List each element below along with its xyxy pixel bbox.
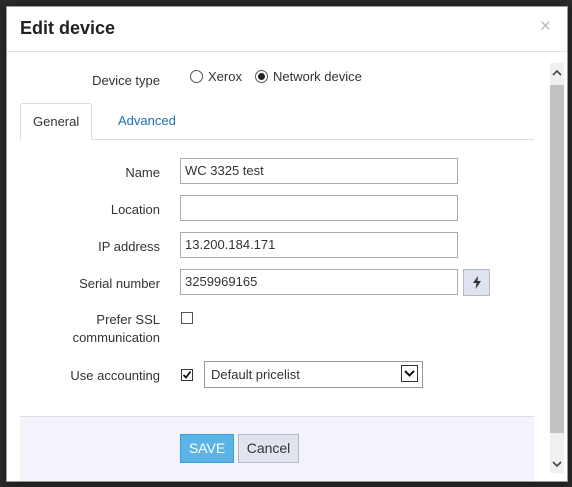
dialog-title: Edit device (20, 18, 116, 38)
prefer-ssl-label: Prefer SSL communication (20, 312, 160, 345)
name-field[interactable]: WC 3325 test (180, 158, 458, 184)
tab-bar: General Advanced (20, 103, 534, 140)
scroll-up-icon[interactable] (550, 63, 564, 81)
dialog-header: Edit device × (7, 7, 567, 52)
use-accounting-checkbox[interactable] (181, 369, 193, 381)
pricelist-selected-value: Default pricelist (211, 367, 300, 382)
chevron-down-icon[interactable] (401, 365, 418, 382)
device-type-label: Device type (92, 73, 160, 88)
pricelist-select[interactable]: Default pricelist (204, 361, 423, 388)
radio-network-device[interactable]: Network device (254, 69, 362, 84)
radio-xerox-label: Xerox (208, 69, 242, 84)
dialog-footer: SAVE Cancel (20, 416, 534, 481)
checkmark-icon (182, 370, 192, 379)
close-icon[interactable]: × (540, 17, 551, 37)
location-field[interactable] (180, 195, 458, 221)
cancel-button[interactable]: Cancel (238, 434, 299, 463)
prefer-ssl-label-line2: communication (72, 330, 160, 345)
radio-xerox[interactable]: Xerox (190, 69, 242, 84)
ip-address-field[interactable]: 13.200.184.171 (180, 232, 458, 258)
tab-general[interactable]: General (20, 103, 93, 140)
name-label: Name (125, 165, 160, 180)
vertical-scrollbar[interactable] (550, 63, 564, 473)
use-accounting-label: Use accounting (70, 368, 160, 383)
ip-address-label: IP address (98, 239, 160, 254)
device-type-radio-group: Xerox Network device (190, 69, 375, 84)
edit-device-dialog: Edit device × Device type Xerox Network … (6, 6, 568, 482)
save-button[interactable]: SAVE (180, 434, 234, 463)
tab-advanced[interactable]: Advanced (106, 103, 188, 138)
radio-xerox-button[interactable] (190, 70, 203, 83)
location-label: Location (110, 202, 160, 217)
serial-number-field[interactable]: 3259969165 (180, 269, 458, 295)
generate-serial-button[interactable] (463, 269, 490, 296)
scrollbar-thumb[interactable] (550, 85, 564, 433)
radio-network-device-label: Network device (272, 69, 362, 84)
serial-number-label: Serial number (79, 276, 160, 291)
lightning-icon (472, 276, 481, 289)
scroll-down-icon[interactable] (550, 455, 564, 473)
radio-network-device-button[interactable] (254, 70, 268, 83)
prefer-ssl-checkbox[interactable] (181, 312, 193, 324)
prefer-ssl-label-line1: Prefer SSL (96, 312, 160, 327)
